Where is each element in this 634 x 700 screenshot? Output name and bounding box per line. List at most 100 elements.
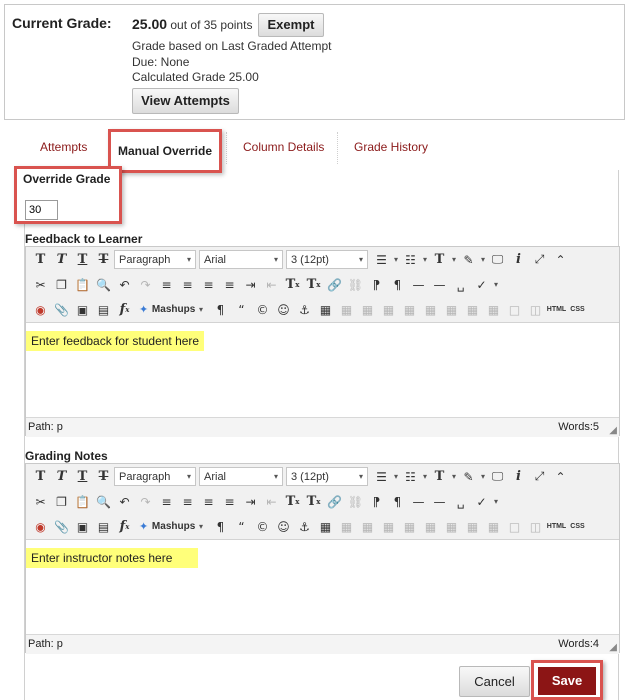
quote-icon[interactable]: “ [231,516,252,537]
cut-icon[interactable]: ✂ [30,274,51,295]
table-props-icon[interactable]: ▦ [483,516,504,537]
cancel-button[interactable]: Cancel [459,666,530,697]
info-icon[interactable]: i [508,249,529,270]
copy-icon[interactable]: ❐ [51,274,72,295]
rtl-icon[interactable]: ¶ [387,274,408,295]
media-icon[interactable]: ▤ [93,299,114,320]
dropdown-arrow-icon[interactable]: ▾ [479,255,487,264]
columns-icon[interactable]: ◫ [525,299,546,320]
mashups-select[interactable]: ✦ Mashups ▾ [135,517,207,536]
feedback-text-area[interactable]: Enter feedback for student here [26,323,619,417]
unlink-icon[interactable]: ⛓ [345,491,366,512]
dropdown-arrow-icon[interactable]: ▾ [421,255,429,264]
dropdown-arrow-icon[interactable]: ▾ [492,497,500,506]
table-merge-icon[interactable]: ▦ [441,299,462,320]
table-props-icon[interactable]: ▦ [483,299,504,320]
align-center-icon[interactable]: ≡ [177,274,198,295]
size-select[interactable]: 3 (12pt) ▾ [286,467,368,486]
attach-icon[interactable]: 📎 [51,516,72,537]
superscript-icon[interactable]: Tx [282,274,303,295]
horizontal-rule-icon[interactable]: — [408,491,429,512]
nonbreaking-space-icon[interactable]: ␣ [450,274,471,295]
underline-icon[interactable]: T [72,466,93,487]
paste-icon[interactable]: 📋 [72,491,93,512]
table-split-icon[interactable]: ▦ [462,299,483,320]
preview-icon[interactable]: 🖵 [487,249,508,270]
image-icon[interactable]: ▣ [72,299,93,320]
table-cell-icon[interactable]: ▦ [378,299,399,320]
table-col-icon[interactable]: ▦ [357,299,378,320]
collapse-icon[interactable]: ⌃ [550,466,571,487]
paste-icon[interactable]: 📋 [72,274,93,295]
link-icon[interactable]: 🔗 [324,491,345,512]
bullet-list-icon[interactable]: ☰ [371,466,392,487]
info-icon[interactable]: i [508,466,529,487]
align-center-icon[interactable]: ≡ [177,491,198,512]
indent-icon[interactable]: ⇥ [240,491,261,512]
dropdown-arrow-icon[interactable]: ▾ [479,472,487,481]
bold-icon[interactable]: T [30,249,51,270]
paragraph-icon[interactable]: ¶ [210,516,231,537]
undo-icon[interactable]: ↶ [114,491,135,512]
math-icon[interactable]: fx [114,299,135,320]
table-col-icon[interactable]: ▦ [357,516,378,537]
align-right-icon[interactable]: ≡ [198,491,219,512]
table-merge-icon[interactable]: ▦ [441,516,462,537]
table-delete-icon[interactable]: ▦ [420,516,441,537]
columns-icon[interactable]: ◫ [525,516,546,537]
attach-icon[interactable]: 📎 [51,299,72,320]
fullscreen-icon[interactable]: ⤢ [529,249,550,270]
anchor-icon[interactable]: ⚓ [294,516,315,537]
table-insert-icon[interactable]: ▦ [399,516,420,537]
table-insert-icon[interactable]: ▦ [399,299,420,320]
css-icon[interactable]: CSS [567,516,588,537]
subscript-icon[interactable]: Tx [303,274,324,295]
find-icon[interactable]: 🔍 [93,274,114,295]
superscript-icon[interactable]: Tx [282,491,303,512]
html-icon[interactable]: HTML [546,516,567,537]
table-row-icon[interactable]: ▦ [336,299,357,320]
preview-icon[interactable]: 🖵 [487,466,508,487]
spellcheck-icon[interactable]: ✓ [471,491,492,512]
outdent-icon[interactable]: ⇤ [261,274,282,295]
record-icon[interactable]: ◉ [30,299,51,320]
resize-grip-icon[interactable]: ◢ [609,425,617,436]
highlight-icon[interactable]: ✎ [458,466,479,487]
redo-icon[interactable]: ↷ [135,274,156,295]
strikethrough-icon[interactable]: T [93,249,114,270]
align-left-icon[interactable]: ≡ [156,274,177,295]
dropdown-arrow-icon[interactable]: ▾ [421,472,429,481]
media-icon[interactable]: ▤ [93,516,114,537]
size-select[interactable]: 3 (12pt) ▾ [286,250,368,269]
numbered-list-icon[interactable]: ☷ [400,466,421,487]
copyright-icon[interactable]: © [252,299,273,320]
spellcheck-icon[interactable]: ✓ [471,274,492,295]
dropdown-arrow-icon[interactable]: ▾ [492,280,500,289]
italic-icon[interactable]: T [51,466,72,487]
format-select[interactable]: Paragraph ▾ [114,467,196,486]
justify-icon[interactable]: ≡ [219,274,240,295]
quote-icon[interactable]: “ [231,299,252,320]
align-right-icon[interactable]: ≡ [198,274,219,295]
box-icon[interactable]: □ [504,299,525,320]
undo-icon[interactable]: ↶ [114,274,135,295]
fullscreen-icon[interactable]: ⤢ [529,466,550,487]
dropdown-arrow-icon[interactable]: ▾ [450,255,458,264]
rtl-icon[interactable]: ¶ [387,491,408,512]
underline-icon[interactable]: T [72,249,93,270]
nonbreaking-space-icon[interactable]: ␣ [450,491,471,512]
table-cell-icon[interactable]: ▦ [378,516,399,537]
exempt-button[interactable]: Exempt [258,13,324,37]
image-icon[interactable]: ▣ [72,516,93,537]
bold-icon[interactable]: T [30,466,51,487]
unlink-icon[interactable]: ⛓ [345,274,366,295]
text-color-icon[interactable]: T [429,249,450,270]
bullet-list-icon[interactable]: ☰ [371,249,392,270]
numbered-list-icon[interactable]: ☷ [400,249,421,270]
paragraph-icon[interactable]: ¶ [210,299,231,320]
cut-icon[interactable]: ✂ [30,491,51,512]
line-icon[interactable]: — [429,274,450,295]
subscript-icon[interactable]: Tx [303,491,324,512]
ltr-icon[interactable]: ⁋ [366,491,387,512]
dropdown-arrow-icon[interactable]: ▾ [392,255,400,264]
